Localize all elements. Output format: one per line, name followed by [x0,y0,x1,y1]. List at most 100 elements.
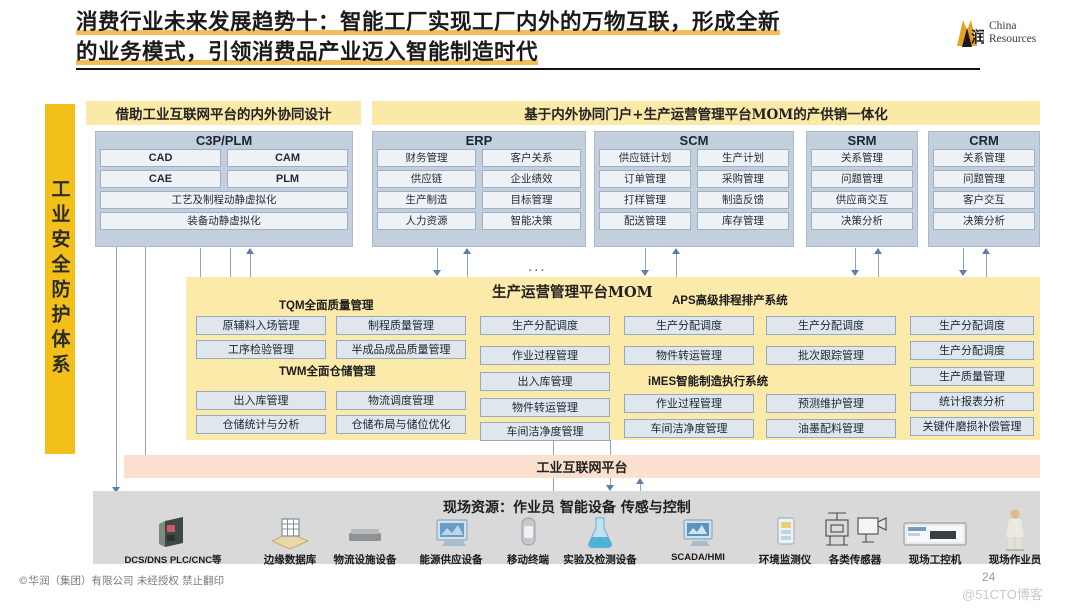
cell-tqm-1[interactable]: 制程质量管理 [336,316,466,335]
connector-arrow-up [463,248,471,254]
cell-plm[interactable]: PLM [227,170,348,188]
cell-erp-3[interactable]: 企业绩效 [482,170,581,188]
cell-process-virtualization[interactable]: 工艺及制程动静虚拟化 [100,191,348,209]
cell-srm-3[interactable]: 决策分析 [811,212,913,230]
cell-right-0[interactable]: 生产分配调度 [910,316,1034,335]
connector-line [200,248,201,278]
connector-arrow-up [874,248,882,254]
logo-wordmark: China Resources [989,20,1036,46]
connector-line [553,478,554,491]
cell-mom-mid-2[interactable]: 出入库管理 [480,372,610,391]
panel-srm[interactable]: SRM 关系管理 问题管理 供应商交互 决策分析 [806,131,918,247]
cell-scm-1[interactable]: 生产计划 [697,149,789,167]
connector-line [878,254,879,278]
cell-right-1[interactable]: 生产分配调度 [910,341,1034,360]
resource-item-field-operator[interactable]: 现场作业员 [960,508,1070,567]
cell-scm-4[interactable]: 打样管理 [599,191,691,209]
page-number: 24 [982,570,996,584]
cell-erp-2[interactable]: 供应链 [377,170,476,188]
cell-aps-0[interactable]: 生产分配调度 [624,316,754,335]
cell-scm-3[interactable]: 采购管理 [697,170,789,188]
cell-cae[interactable]: CAE [100,170,221,188]
cell-equipment-virtualization[interactable]: 装备动静虚拟化 [100,212,348,230]
cell-crm-2[interactable]: 客户交互 [933,191,1035,209]
cell-right-2[interactable]: 生产质量管理 [910,367,1034,386]
connector-line [437,248,438,270]
cell-aps-3[interactable]: 批次跟踪管理 [766,346,896,365]
panel-crm[interactable]: CRM 关系管理 问题管理 客户交互 决策分析 [928,131,1040,247]
cell-mom-mid-3[interactable]: 物件转运管理 [480,398,610,417]
dcs-controller-icon [108,513,238,551]
cell-erp-7[interactable]: 智能决策 [482,212,581,230]
cell-twm-2[interactable]: 仓储统计与分析 [196,415,326,434]
cell-aps-1[interactable]: 生产分配调度 [766,316,896,335]
connector-arrow-down [641,270,649,276]
resource-item-lab[interactable]: 实验及检测设备 [540,513,660,567]
cell-cad[interactable]: CAD [100,149,221,167]
cell-scm-7[interactable]: 库存管理 [697,212,789,230]
cell-right-3[interactable]: 统计报表分析 [910,392,1034,411]
panel-scm[interactable]: SCM 供应链计划 生产计划 订单管理 采购管理 打样管理 制造反馈 配送管理 … [594,131,794,247]
page-title-line2: 的业务模式，引领消费品产业迈入智能制造时代 [76,40,539,65]
cell-twm-0[interactable]: 出入库管理 [196,391,326,410]
watermark-label: @51CTO博客 [962,587,1043,602]
connector-line [676,254,677,278]
cell-scm-6[interactable]: 配送管理 [599,212,691,230]
cell-mom-mid-4[interactable]: 车间洁净度管理 [480,422,610,441]
cell-scm-2[interactable]: 订单管理 [599,170,691,188]
section-title-tqm: TQM全面质量管理 [279,300,374,312]
cell-scm-0[interactable]: 供应链计划 [599,149,691,167]
industrial-safety-label: 工业安全防护体系 [48,179,71,379]
cell-crm-3[interactable]: 决策分析 [933,212,1035,230]
header-production-supply-sales: 基于内外协同门户+生产运营管理平台MOM的产供销一体化 [372,101,1040,125]
cell-aps-2[interactable]: 物件转运管理 [624,346,754,365]
connector-arrow-down [433,270,441,276]
logo-mark-icon: 润 [954,16,986,50]
connector-arrow-up [982,248,990,254]
section-title-twm: TWM全面仓储管理 [279,366,376,378]
cell-twm-1[interactable]: 物流调度管理 [336,391,466,410]
panel-c3p-plm[interactable]: C3P/PLM CAD CAM CAE PLM 工艺及制程动静虚拟化 装备动静虚… [95,131,353,247]
cell-right-4[interactable]: 关键件磨损补偿管理 [910,417,1034,436]
connector-line [645,248,646,270]
svg-text:润: 润 [971,28,984,46]
copyright-notice: ©华润（集团）有限公司 未经授权 禁止翻印 [18,575,225,587]
connector-line [230,248,231,278]
connector-arrow-down [959,270,967,276]
cell-tqm-0[interactable]: 原辅料入场管理 [196,316,326,335]
cell-srm-0[interactable]: 关系管理 [811,149,913,167]
industrial-internet-platform-bar: 工业互联网平台 [124,455,1040,478]
cell-imes-1[interactable]: 预测维护管理 [766,394,896,413]
cell-erp-4[interactable]: 生产制造 [377,191,476,209]
field-operator-icon [960,508,1070,551]
cell-mom-mid-1[interactable]: 作业过程管理 [480,346,610,365]
cell-crm-1[interactable]: 问题管理 [933,170,1035,188]
cell-tqm-2[interactable]: 工序检验管理 [196,340,326,359]
cell-scm-5[interactable]: 制造反馈 [697,191,789,209]
connector-line [855,248,856,270]
lab-testing-icon [540,513,660,551]
cell-tqm-3[interactable]: 半成品成品质量管理 [336,340,466,359]
connector-line [116,247,117,487]
cell-srm-2[interactable]: 供应商交互 [811,191,913,209]
cell-crm-0[interactable]: 关系管理 [933,149,1035,167]
connector-line [145,247,146,455]
cell-srm-1[interactable]: 问题管理 [811,170,913,188]
cell-erp-0[interactable]: 财务管理 [377,149,476,167]
connector-line [986,254,987,278]
panel-title-crm: CRM [969,133,999,148]
resource-item-dcs[interactable]: DCS/DNS PLC/CNC等 [108,513,238,566]
cell-mom-mid-0[interactable]: 生产分配调度 [480,316,610,335]
cell-erp-5[interactable]: 目标管理 [482,191,581,209]
cell-cam[interactable]: CAM [227,149,348,167]
connector-arrow-up [246,248,254,254]
header-collaborative-design: 借助工业互联网平台的内外协同设计 [86,101,361,125]
cell-imes-3[interactable]: 油墨配料管理 [766,419,896,438]
panel-erp[interactable]: ERP 财务管理 客户关系 供应链 企业绩效 生产制造 目标管理 人力资源 智能… [372,131,586,247]
cell-twm-3[interactable]: 仓储布局与储位优化 [336,415,466,434]
cell-erp-6[interactable]: 人力资源 [377,212,476,230]
cell-erp-1[interactable]: 客户关系 [482,149,581,167]
cell-imes-2[interactable]: 车间洁净度管理 [624,419,754,438]
cell-imes-0[interactable]: 作业过程管理 [624,394,754,413]
title-underline [76,68,980,70]
